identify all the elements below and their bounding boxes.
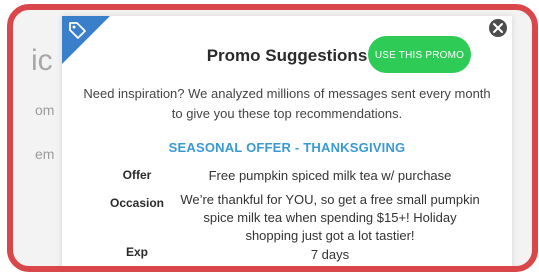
- exp-value: 7 days: [310, 247, 350, 262]
- offer-value: Free pumpkin spiced milk tea w/ purchase: [208, 168, 452, 183]
- background-row-fragment: em: [35, 146, 55, 162]
- occasion-value: We’re thankful for YOU, so get a free sm…: [180, 192, 480, 243]
- close-button[interactable]: [487, 17, 509, 39]
- use-this-promo-label: USE THIS PROMO: [374, 49, 465, 61]
- section-heading: SEASONAL OFFER - THANKSGIVING: [168, 140, 406, 155]
- close-icon: [493, 23, 503, 33]
- promo-suggestions-modal: Promo Suggestions USE THIS PROMO Need in…: [62, 16, 512, 266]
- screenshot-frame: ic om em Promo Suggestions USE THIS PROM…: [7, 4, 538, 272]
- use-this-promo-button[interactable]: USE THIS PROMO: [368, 36, 471, 73]
- intro-text: Need inspiration? We analyzed millions o…: [83, 86, 491, 121]
- tag-icon: [69, 22, 86, 39]
- background-row-fragment: om: [35, 102, 55, 118]
- background-heading-fragment: ic: [31, 44, 53, 77]
